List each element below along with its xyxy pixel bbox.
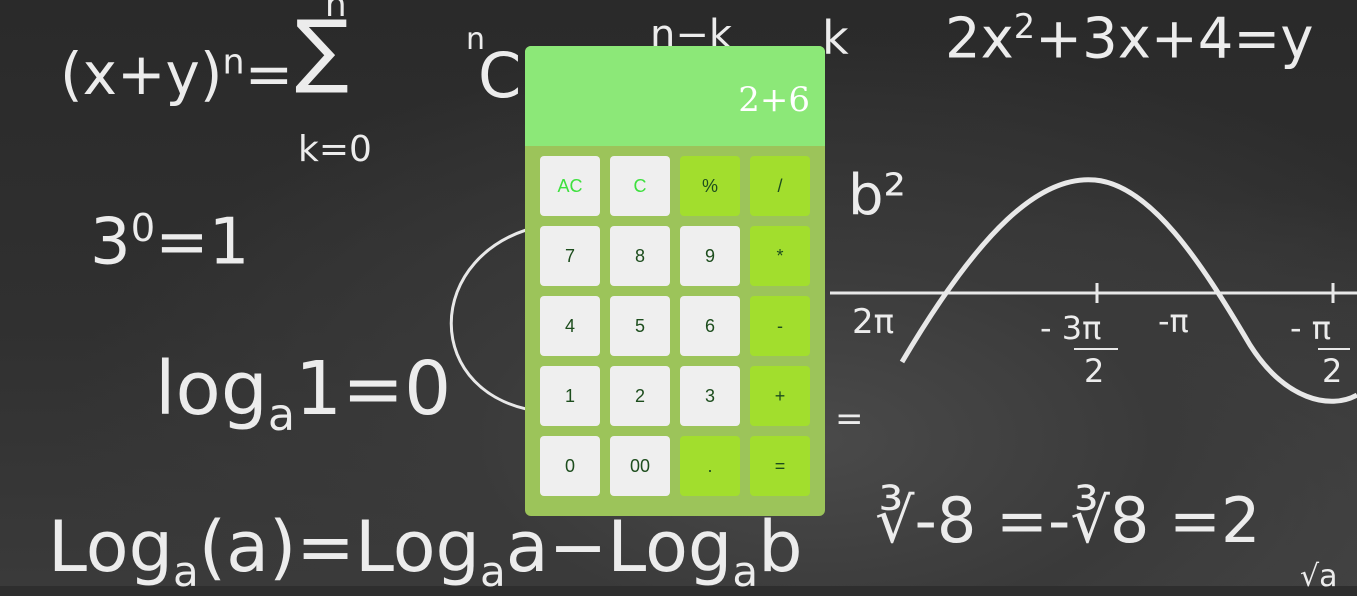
power-zero-formula: 30=1	[90, 209, 250, 274]
digit-9-key[interactable]: 9	[680, 226, 740, 286]
b-squared: b²	[848, 168, 906, 224]
formula-text: (a	[198, 506, 269, 588]
digit-00-key[interactable]: 00	[610, 436, 670, 496]
axis-label-denominator: 2	[1322, 355, 1342, 387]
formula-text: log	[155, 346, 268, 432]
digit-2-key[interactable]: 2	[610, 366, 670, 426]
formula-text: =	[244, 40, 294, 108]
digit-1-key[interactable]: 1	[540, 366, 600, 426]
formula-text: =1	[155, 205, 250, 280]
add-key[interactable]: +	[750, 366, 810, 426]
digit-7-key[interactable]: 7	[540, 226, 600, 286]
power-term-k: k	[822, 15, 849, 61]
formula-text: √a	[1300, 559, 1338, 594]
formula-text: - 3π	[1040, 309, 1102, 347]
equals-key[interactable]: =	[750, 436, 810, 496]
digit-3-key[interactable]: 3	[680, 366, 740, 426]
formula-text: k=0	[298, 129, 372, 170]
axis-label-denominator: 2	[1084, 355, 1104, 387]
formula-text: 2	[1084, 352, 1105, 390]
calculator: 2+6 AC C%/ 7 8 9 * 4 5 6- 1 2 3 +0 00. =	[525, 46, 825, 516]
axis-label-3pi: - 3π	[1040, 312, 1101, 344]
formula-text: 1=0	[295, 346, 452, 432]
sine-curve	[899, 177, 1357, 404]
digit-5-key[interactable]: 5	[610, 296, 670, 356]
formula-text: b	[758, 506, 803, 588]
display-expression: 2+6	[738, 80, 810, 120]
digit-4-key[interactable]: 4	[540, 296, 600, 356]
corner-formula: √a	[1300, 562, 1338, 592]
quadratic-formula: 2x2+3x+4=y	[945, 10, 1313, 68]
equals-fragment: =	[835, 402, 864, 436]
formula-exponent: n	[222, 42, 245, 83]
decimal-key[interactable]: .	[680, 436, 740, 496]
formula-text: a−Log	[505, 506, 733, 588]
formula-text: (x+y)	[60, 40, 223, 108]
formula-text: 2x	[945, 6, 1014, 72]
formula-exponent: 2	[1013, 7, 1036, 46]
calculator-display: 2+6	[525, 46, 825, 146]
formula-text: Log	[48, 506, 174, 588]
formula-subscript: a	[267, 389, 296, 441]
all-clear-key[interactable]: AC	[540, 156, 600, 216]
divide-key[interactable]: /	[750, 156, 810, 216]
percent-key[interactable]: %	[680, 156, 740, 216]
formula-text: k	[822, 11, 849, 65]
digit-6-key[interactable]: 6	[680, 296, 740, 356]
formula-text: - π	[1290, 309, 1331, 347]
formula-text: 3	[90, 205, 131, 280]
sigma-top: n	[325, 0, 347, 22]
multiply-key[interactable]: *	[750, 226, 810, 286]
formula-text: 2π	[852, 302, 895, 342]
formula-text: b²	[848, 163, 906, 228]
binomial-formula: (x+y)n=	[60, 45, 293, 103]
formula-text: =	[835, 399, 864, 439]
formula-text: n	[325, 0, 347, 25]
formula-text: ∛-8 =-∛8 =2	[875, 484, 1261, 557]
combination-letter: C	[478, 45, 521, 107]
clear-key[interactable]: C	[610, 156, 670, 216]
sigma-bottom: k=0	[298, 132, 372, 168]
calculator-keypad: AC C%/ 7 8 9 * 4 5 6- 1 2 3 +0 00. =	[540, 156, 810, 496]
formula-text: +3x+4=y	[1035, 6, 1314, 72]
cube-root-formula: ∛-8 =-∛8 =2	[875, 490, 1260, 552]
formula-exponent: 0	[130, 206, 156, 251]
axis-label-pi-half: - π	[1290, 312, 1331, 344]
log-formula: loga1=0	[155, 352, 451, 438]
log-quotient-formula: Loga(a)=Logaa−Logab	[48, 512, 803, 593]
formula-text: )=Log	[269, 506, 480, 588]
formula-subscript: a	[480, 547, 506, 596]
formula-text: C	[478, 39, 522, 112]
digit-0-key[interactable]: 0	[540, 436, 600, 496]
subtract-key[interactable]: -	[750, 296, 810, 356]
digit-8-key[interactable]: 8	[610, 226, 670, 286]
axis-label-2pi: 2π	[852, 305, 894, 339]
formula-subscript: a	[173, 547, 199, 596]
axis-label-pi: -π	[1158, 305, 1189, 337]
formula-text: -π	[1158, 302, 1189, 340]
formula-subscript: a	[732, 547, 759, 596]
formula-text: 2	[1322, 352, 1343, 390]
